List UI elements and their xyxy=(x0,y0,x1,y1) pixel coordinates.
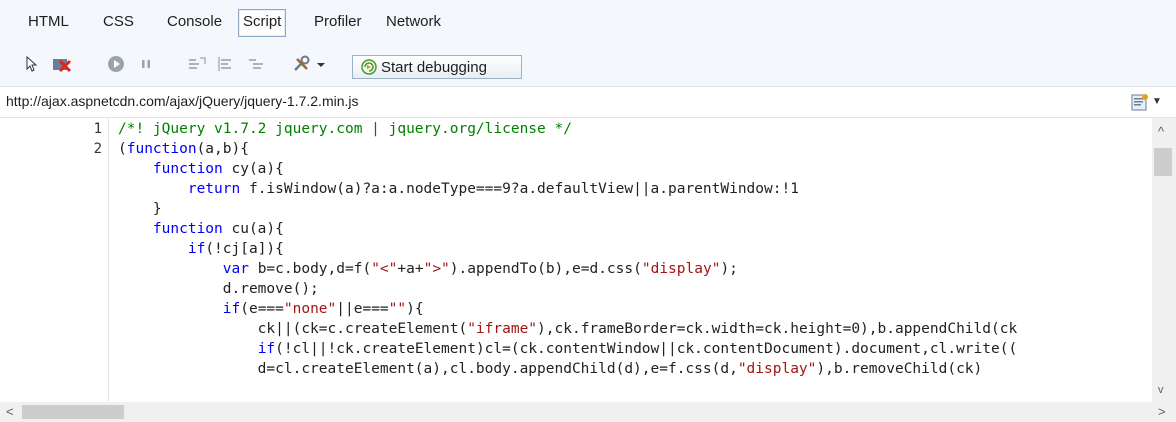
clear-breakpoints-icon[interactable] xyxy=(52,54,72,74)
debug-start-icon xyxy=(361,59,377,83)
tab-bar: HTML CSS Console Script Profiler Network xyxy=(0,0,1176,42)
code-line: } xyxy=(118,201,162,217)
script-url[interactable]: http://ajax.aspnetcdn.com/ajax/jQuery/jq… xyxy=(6,93,359,109)
code-line: var b=c.body,d=f("<"+a+">").appendTo(b),… xyxy=(222,261,738,277)
code-line: d=cl.createElement(a),cl.body.appendChil… xyxy=(118,361,983,377)
line-number: 1 xyxy=(93,121,102,137)
code-line: if(!cl||!ck.createElement)cl=(ck.content… xyxy=(257,341,1018,357)
horizontal-scroll-thumb[interactable] xyxy=(22,405,124,419)
scroll-up-icon[interactable]: ^ xyxy=(1158,124,1164,139)
tab-network[interactable]: Network xyxy=(382,9,445,35)
continue-icon[interactable] xyxy=(106,54,126,74)
code-line: /*! jQuery v1.7.2 jquery.com | jquery.or… xyxy=(118,121,572,137)
code-line: if(e==="none"||e===""){ xyxy=(222,301,424,317)
code-line: (function(a,b){ xyxy=(118,141,249,157)
tab-profiler[interactable]: Profiler xyxy=(310,9,366,35)
code-line: ck||(ck=c.createElement("iframe"),ck.fra… xyxy=(118,321,1018,337)
tab-html[interactable]: HTML xyxy=(24,9,73,35)
step-out-icon[interactable] xyxy=(248,54,268,74)
chevron-down-icon[interactable]: ▼ xyxy=(1152,96,1162,107)
start-debugging-label: Start debugging xyxy=(381,59,487,76)
code-line: function cy(a){ xyxy=(152,161,284,177)
line-number-gutter[interactable]: 1 2 xyxy=(0,118,108,402)
tab-css[interactable]: CSS xyxy=(99,9,138,35)
scroll-down-icon[interactable]: v xyxy=(1158,384,1164,396)
step-over-icon[interactable] xyxy=(218,54,238,74)
tab-script[interactable]: Script xyxy=(238,9,287,37)
horizontal-scrollbar[interactable] xyxy=(0,402,1176,422)
url-bar: http://ajax.aspnetcdn.com/ajax/jQuery/jq… xyxy=(0,86,1176,118)
code-editor[interactable]: 1 2 /*! jQuery v1.7.2 jquery.com | jquer… xyxy=(0,118,1176,402)
scroll-left-icon[interactable]: < xyxy=(6,404,14,419)
start-debugging-button[interactable]: Start debugging xyxy=(352,55,522,79)
code-line: d.remove(); xyxy=(118,281,319,297)
pause-icon[interactable] xyxy=(136,54,156,74)
code-line: function cu(a){ xyxy=(152,221,284,237)
gutter-divider xyxy=(108,118,109,402)
code-line: if(!cj[a]){ xyxy=(187,241,284,257)
toolbar xyxy=(0,42,1176,86)
line-number: 2 xyxy=(93,141,102,157)
step-into-icon[interactable] xyxy=(188,54,208,74)
tab-console[interactable]: Console xyxy=(163,9,226,35)
scroll-right-icon[interactable]: > xyxy=(1158,404,1166,419)
tools-icon[interactable] xyxy=(292,54,326,74)
vertical-scroll-thumb[interactable] xyxy=(1154,148,1172,176)
select-element-icon[interactable] xyxy=(22,54,42,74)
code-line: return f.isWindow(a)?a:a.nodeType===9?a.… xyxy=(187,181,799,197)
script-list-icon[interactable] xyxy=(1130,92,1150,112)
